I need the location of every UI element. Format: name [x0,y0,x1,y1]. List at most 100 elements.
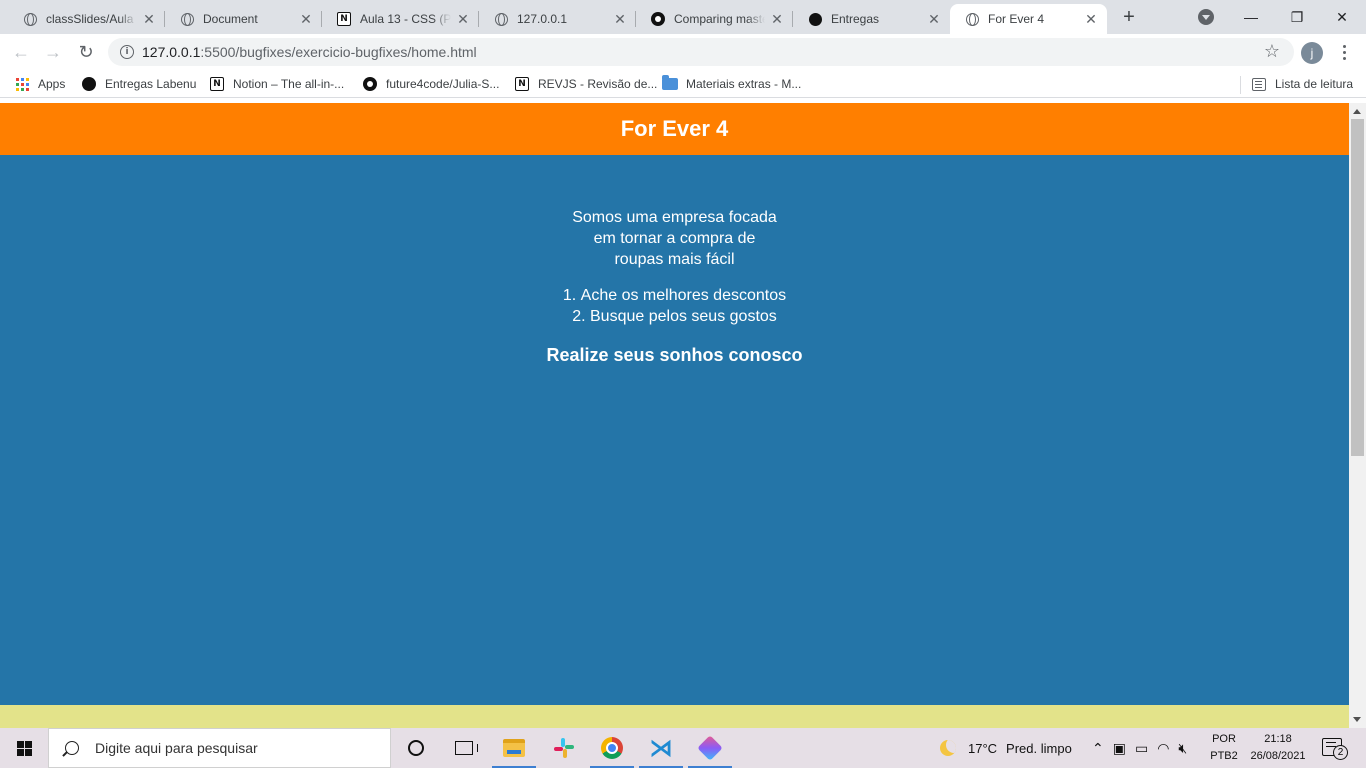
weather-text: Pred. limpo [1006,740,1072,756]
chrome-icon [601,737,623,759]
page-viewport: For Ever 4 Somos uma empresa focada em t… [0,103,1349,728]
globe-icon [964,11,980,27]
bookmark-notion[interactable]: N Notion – The all-in-... [209,75,344,93]
apps-grid-icon [14,76,30,92]
address-bar[interactable]: i 127.0.0.1:5500/bugfixes/exercicio-bugf… [108,38,1294,66]
url-path: :5500/bugfixes/exercicio-bugfixes/home.h… [200,44,477,60]
notion-icon: N [209,76,225,92]
tab-aula-13[interactable]: N Aula 13 - CSS (Parte 2) ✕ [322,4,479,34]
search-icon [65,741,79,755]
close-icon[interactable]: ✕ [141,11,157,27]
url-host: 127.0.0.1 [142,44,201,60]
bookmark-apps[interactable]: Apps [14,75,65,93]
minimize-button[interactable]: — [1229,0,1273,34]
bookmarks-bar: Apps Entregas Labenu N Notion – The all-… [0,70,1366,98]
reload-button[interactable]: ↻ [74,40,98,64]
clock-date: 26/08/2021 [1250,750,1306,762]
battery-icon[interactable]: ▭ [1135,740,1148,757]
restore-button[interactable]: ❐ [1275,0,1319,34]
close-window-button[interactable]: ✕ [1320,0,1364,34]
windows-icon [16,740,32,756]
file-explorer-button[interactable] [490,728,538,768]
reading-list-label: Lista de leitura [1275,77,1354,91]
tab-title: Aula 13 - CSS (Parte 2) [360,12,451,26]
tab-strip: classSlides/Aula 13 ✕ Document ✕ N Aula … [0,0,1366,34]
weather-widget[interactable]: 17°C Pred. limpo [940,728,1072,768]
gitkraken-button[interactable] [686,728,734,768]
page-scrollbar[interactable] [1349,103,1366,728]
site-info-icon[interactable]: i [120,45,134,59]
clock[interactable]: 21:18 26/08/2021 [1240,731,1316,765]
close-icon[interactable]: ✕ [769,11,785,27]
vscode-button[interactable]: ⋊ [637,728,685,768]
close-icon[interactable]: ✕ [926,11,942,27]
browser-menu-icon[interactable] [1336,40,1352,64]
bookmark-label: Materiais extras - M... [686,77,802,91]
back-button[interactable]: ← [9,40,33,64]
tab-document[interactable]: Document ✕ [165,4,322,34]
divider [1240,76,1241,94]
task-view-icon [455,741,478,755]
scroll-thumb[interactable] [1351,119,1364,456]
bookmark-entregas-labenu[interactable]: Entregas Labenu [81,75,196,93]
notion-icon: N [336,11,352,27]
tab-localhost[interactable]: 127.0.0.1 ✕ [479,4,636,34]
dot-icon [81,76,97,92]
site-main: Somos uma empresa focada em tornar a com… [0,207,1349,366]
reading-list-button[interactable]: Lista de leitura [1251,75,1353,93]
scroll-up-icon[interactable] [1353,109,1361,114]
chrome-button[interactable] [588,728,636,768]
url-text[interactable]: 127.0.0.1:5500/bugfixes/exercicio-bugfix… [142,44,477,60]
forward-button[interactable]: → [41,40,65,64]
tab-title: Document [203,12,258,26]
github-icon [650,11,666,27]
notion-icon: N [514,76,530,92]
site-title: For Ever 4 [620,116,729,141]
new-tab-button[interactable]: + [1118,6,1140,28]
close-icon[interactable]: ✕ [1083,11,1099,27]
close-icon[interactable]: ✕ [612,11,628,27]
taskbar-search-placeholder: Digite aqui para pesquisar [95,740,258,756]
moon-icon [940,740,956,756]
tab-for-ever-4[interactable]: For Ever 4 ✕ [950,4,1107,34]
bookmark-revjs[interactable]: N REVJS - Revisão de... [514,75,657,93]
globe-icon [179,11,195,27]
folder-icon [503,739,525,757]
close-icon[interactable]: ✕ [455,11,471,27]
bookmark-future4code[interactable]: future4code/Julia-S... [362,75,499,93]
github-icon [362,76,378,92]
clock-time: 21:18 [1264,733,1292,745]
tab-search-icon[interactable] [1198,9,1214,25]
bookmark-star-icon[interactable]: ☆ [1264,41,1280,62]
tab-title: 127.0.0.1 [517,12,568,26]
task-view-button[interactable] [440,728,488,768]
cortana-button[interactable] [392,728,440,768]
tab-title: Entregas [831,12,880,26]
wifi-icon[interactable]: ◠ [1157,740,1169,757]
taskbar-search[interactable]: Digite aqui para pesquisar [48,728,391,768]
profile-avatar[interactable]: j [1301,42,1323,64]
chevron-up-icon[interactable]: ⌃ [1092,740,1104,757]
bookmark-label: Entregas Labenu [105,77,197,91]
start-button[interactable] [0,728,48,768]
lang-line: PTB2 [1210,750,1238,762]
intro-line: roupas mais fácil [614,251,735,268]
site-footer [0,705,1349,728]
meet-now-icon[interactable]: ▣ [1113,740,1126,757]
tab-classslides[interactable]: classSlides/Aula 13 ✕ [8,4,165,34]
notification-center-icon[interactable]: 2 [1322,738,1348,760]
volume-muted-icon[interactable]: 🔇︎ [1178,740,1187,757]
input-language[interactable]: POR PTB2 [1206,731,1242,765]
close-icon[interactable]: ✕ [298,11,314,27]
folder-icon [662,75,678,92]
cortana-icon [408,740,424,756]
tab-entregas[interactable]: Entregas ✕ [793,4,950,34]
slack-button[interactable] [540,728,588,768]
bookmark-label: Notion – The all-in-... [233,77,345,91]
bookmark-materiais-extras[interactable]: Materiais extras - M... [662,75,801,93]
weather-temp: 17°C [968,740,998,756]
scroll-down-icon[interactable] [1353,717,1361,722]
tab-comparing[interactable]: Comparing master ✕ [636,4,793,34]
steps-list: Ache os melhores descontos Busque pelos … [0,285,1349,327]
lang-line: POR [1212,733,1236,745]
